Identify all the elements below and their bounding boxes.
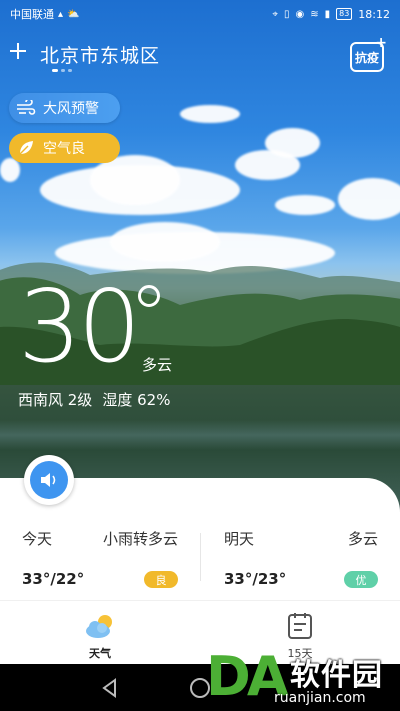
humidity-label: 湿度 xyxy=(102,391,133,409)
calendar-icon xyxy=(288,613,312,639)
day-condition: 小雨转多云 xyxy=(102,530,178,548)
tab-weather-label: 天气 xyxy=(89,647,111,660)
current-temperature: 30 xyxy=(18,268,141,385)
current-condition: 多云 xyxy=(142,356,173,374)
weather-cloud-sun-icon xyxy=(86,615,112,638)
clock: 18:12 xyxy=(358,7,390,21)
page-dot xyxy=(52,69,58,72)
day-label: 今天 xyxy=(22,530,53,548)
tab-weather[interactable]: 天气 xyxy=(0,601,200,665)
cross-icon: + xyxy=(375,35,387,51)
plus-icon xyxy=(10,43,26,59)
aqi-badge: 优 xyxy=(344,571,378,588)
watermark-text: 软件园 xyxy=(290,658,383,693)
battery-icon: 83 xyxy=(336,8,353,20)
watermark-logo: DA 软件园 ruanjian.com xyxy=(200,642,400,711)
wind-warning-badge[interactable]: 大风预警 xyxy=(9,93,120,123)
vibrate-icon: ▯ xyxy=(283,8,290,20)
back-icon[interactable] xyxy=(100,678,120,698)
leaf-icon xyxy=(15,137,37,159)
day-condition: 多云 xyxy=(347,530,378,548)
cloud xyxy=(265,128,320,158)
current-details: 西南风 2级 湿度 62% xyxy=(18,389,170,410)
wind-icon xyxy=(15,97,37,119)
humidity-value: 62% xyxy=(137,391,171,409)
add-city-button[interactable] xyxy=(9,36,27,67)
app-header: 北京市东城区 抗疫 + xyxy=(0,35,400,72)
air-quality-badge[interactable]: 空气良 xyxy=(9,133,120,163)
air-quality-label: 空气良 xyxy=(43,141,85,157)
aqi-badge: 良 xyxy=(144,571,178,588)
voice-broadcast-button[interactable] xyxy=(24,455,74,505)
carrier-name: 中国联通 xyxy=(10,8,54,21)
status-icons: ⌖ ▯ ◉ ≋ ▮ 83 18:12 xyxy=(272,8,390,21)
degree-symbol xyxy=(138,285,160,307)
watermark-url: ruanjian.com xyxy=(274,690,366,706)
page-dot xyxy=(68,69,72,72)
signal-hd-icon: ▴ xyxy=(58,8,64,20)
day-temperature-range: 33°/22° xyxy=(22,570,85,588)
watermark-letters: DA xyxy=(206,645,289,708)
cloud xyxy=(275,195,335,215)
epidemic-label: 抗疫 xyxy=(354,50,379,65)
wifi-icon: ≋ xyxy=(310,8,319,20)
day-temperature-range: 33°/23° xyxy=(224,570,287,588)
humidity-info: 湿度 62% xyxy=(102,389,170,410)
speaker-icon xyxy=(30,461,68,499)
carrier-info: 中国联通 ▴ ⛅ xyxy=(10,6,79,22)
day-label: 明天 xyxy=(224,530,255,548)
wind-info: 西南风 2级 xyxy=(18,391,93,409)
cell-signal-icon: ▮ xyxy=(324,8,331,20)
page-dot xyxy=(61,69,65,72)
page-indicator xyxy=(52,69,72,72)
city-name[interactable]: 北京市东城区 xyxy=(40,41,160,68)
lake-reflection xyxy=(0,420,400,450)
eye-comfort-icon: ◉ xyxy=(295,8,305,20)
weather-small-icon: ⛅ xyxy=(67,8,80,20)
status-bar: 中国联通 ▴ ⛅ ⌖ ▯ ◉ ≋ ▮ 83 18:12 xyxy=(0,0,400,28)
cloud xyxy=(338,178,400,220)
location-icon: ⌖ xyxy=(272,8,278,20)
cloud xyxy=(180,105,240,123)
epidemic-button[interactable]: 抗疫 + xyxy=(350,35,387,72)
wind-warning-label: 大风预警 xyxy=(43,101,99,117)
forecast-divider xyxy=(200,533,201,581)
forecast-tomorrow[interactable]: 明天 多云 33°/23° 优 xyxy=(202,478,400,606)
